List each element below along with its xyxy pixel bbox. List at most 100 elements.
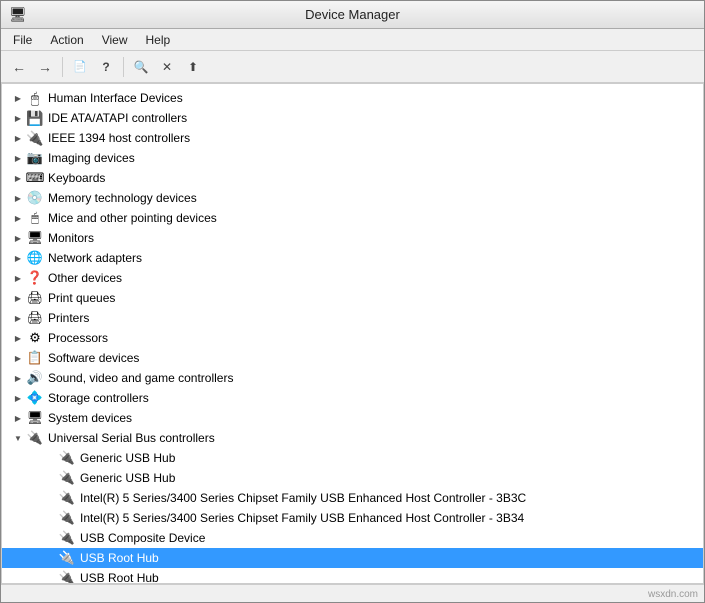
- item-icon: 🖱: [26, 209, 44, 227]
- menu-file[interactable]: File: [5, 31, 40, 49]
- expand-arrow[interactable]: [10, 370, 26, 386]
- expand-arrow[interactable]: [10, 330, 26, 346]
- item-icon: ⌨: [26, 169, 44, 187]
- watermark: wsxdn.com: [648, 589, 698, 600]
- tree-item-usb-root1[interactable]: 🔌 USB Root Hub: [2, 548, 703, 568]
- item-icon: 🔌: [26, 429, 44, 447]
- tree-item-usb-root2[interactable]: 🔌 USB Root Hub: [2, 568, 703, 584]
- expand-arrow: [42, 470, 58, 486]
- expand-arrow[interactable]: [10, 230, 26, 246]
- expand-arrow[interactable]: [10, 250, 26, 266]
- item-label: IEEE 1394 host controllers: [48, 131, 190, 145]
- expand-arrow[interactable]: [10, 110, 26, 126]
- update-button[interactable]: ⬆: [181, 55, 205, 79]
- scan-button[interactable]: 🔍: [129, 55, 153, 79]
- tree-item-ide[interactable]: 💾 IDE ATA/ATAPI controllers: [2, 108, 703, 128]
- tree-item-other[interactable]: ❓ Other devices: [2, 268, 703, 288]
- forward-button[interactable]: →: [33, 55, 57, 79]
- tree-item-imaging[interactable]: 📷 Imaging devices: [2, 148, 703, 168]
- expand-arrow[interactable]: [10, 150, 26, 166]
- item-label: Keyboards: [48, 171, 105, 185]
- item-label: Monitors: [48, 231, 94, 245]
- menu-action[interactable]: Action: [42, 31, 91, 49]
- tree-item-memory[interactable]: 💿 Memory technology devices: [2, 188, 703, 208]
- item-icon: 🔌: [58, 509, 76, 527]
- expand-arrow: [42, 530, 58, 546]
- tree-item-storage[interactable]: 💠 Storage controllers: [2, 388, 703, 408]
- toolbar: ← → 📄 ? 🔍 ✕ ⬆: [1, 51, 704, 83]
- expand-arrow[interactable]: [10, 290, 26, 306]
- status-bar: wsxdn.com: [1, 584, 704, 602]
- tree-item-network[interactable]: 🌐 Network adapters: [2, 248, 703, 268]
- item-label: USB Root Hub: [80, 551, 159, 565]
- properties-button[interactable]: 📄: [68, 55, 92, 79]
- item-label: USB Composite Device: [80, 531, 205, 545]
- expand-arrow[interactable]: [10, 210, 26, 226]
- expand-arrow[interactable]: [10, 310, 26, 326]
- item-icon: 📷: [26, 149, 44, 167]
- tree-item-human-interface[interactable]: 🖱 Human Interface Devices: [2, 88, 703, 108]
- item-label: Software devices: [48, 351, 139, 365]
- title-bar: 🖥 Device Manager: [1, 1, 704, 29]
- menu-bar: File Action View Help: [1, 29, 704, 51]
- menu-help[interactable]: Help: [138, 31, 179, 49]
- item-icon: 💾: [26, 109, 44, 127]
- item-icon: ❓: [26, 269, 44, 287]
- tree-item-system[interactable]: 🖥 System devices: [2, 408, 703, 428]
- expand-arrow: [42, 510, 58, 526]
- item-icon: 🖨: [26, 289, 44, 307]
- expand-arrow[interactable]: [10, 90, 26, 106]
- item-icon: 💿: [26, 189, 44, 207]
- tree-item-usb-intel2[interactable]: 🔌 Intel(R) 5 Series/3400 Series Chipset …: [2, 508, 703, 528]
- tree-item-printers[interactable]: 🖨 Printers: [2, 308, 703, 328]
- expand-arrow[interactable]: [10, 410, 26, 426]
- back-button[interactable]: ←: [7, 55, 31, 79]
- tree-item-usb-composite[interactable]: 🔌 USB Composite Device: [2, 528, 703, 548]
- item-label: Imaging devices: [48, 151, 135, 165]
- tree-item-usb-hub2[interactable]: 🔌 Generic USB Hub: [2, 468, 703, 488]
- item-icon: 🖥: [26, 409, 44, 427]
- uninstall-button[interactable]: ✕: [155, 55, 179, 79]
- expand-arrow[interactable]: [10, 170, 26, 186]
- item-icon: 🌐: [26, 249, 44, 267]
- item-label: Network adapters: [48, 251, 142, 265]
- separator-2: [123, 57, 124, 77]
- tree-item-sound[interactable]: 🔊 Sound, video and game controllers: [2, 368, 703, 388]
- separator-1: [62, 57, 63, 77]
- window-title: Device Manager: [305, 7, 400, 22]
- expand-arrow[interactable]: [10, 130, 26, 146]
- expand-arrow: [42, 570, 58, 584]
- expand-arrow-usb[interactable]: [10, 430, 26, 446]
- item-icon: 🖨: [26, 309, 44, 327]
- item-icon: 🔌: [58, 449, 76, 467]
- tree-item-mice[interactable]: 🖱 Mice and other pointing devices: [2, 208, 703, 228]
- item-label: Intel(R) 5 Series/3400 Series Chipset Fa…: [80, 511, 524, 525]
- help-button[interactable]: ?: [94, 55, 118, 79]
- device-tree-panel[interactable]: 🖱 Human Interface Devices 💾 IDE ATA/ATAP…: [1, 83, 704, 584]
- tree-item-usb-hub1[interactable]: 🔌 Generic USB Hub: [2, 448, 703, 468]
- item-icon: 🔌: [58, 569, 76, 584]
- expand-arrow: [42, 550, 58, 566]
- tree-item-usb-intel1[interactable]: 🔌 Intel(R) 5 Series/3400 Series Chipset …: [2, 488, 703, 508]
- item-label: Mice and other pointing devices: [48, 211, 217, 225]
- item-icon: 🔊: [26, 369, 44, 387]
- item-label: System devices: [48, 411, 132, 425]
- expand-arrow[interactable]: [10, 390, 26, 406]
- tree-item-usb[interactable]: 🔌 Universal Serial Bus controllers: [2, 428, 703, 448]
- tree-item-keyboards[interactable]: ⌨ Keyboards: [2, 168, 703, 188]
- tree-item-software[interactable]: 📋 Software devices: [2, 348, 703, 368]
- expand-arrow[interactable]: [10, 190, 26, 206]
- item-icon: 🔌: [26, 129, 44, 147]
- item-label: Printers: [48, 311, 89, 325]
- tree-item-monitors[interactable]: 🖥 Monitors: [2, 228, 703, 248]
- item-label: Human Interface Devices: [48, 91, 183, 105]
- tree-item-processors[interactable]: ⚙ Processors: [2, 328, 703, 348]
- expand-arrow[interactable]: [10, 270, 26, 286]
- menu-view[interactable]: View: [94, 31, 136, 49]
- item-label: Intel(R) 5 Series/3400 Series Chipset Fa…: [80, 491, 526, 505]
- tree-item-ieee[interactable]: 🔌 IEEE 1394 host controllers: [2, 128, 703, 148]
- item-icon: 🔌: [58, 489, 76, 507]
- item-label: Other devices: [48, 271, 122, 285]
- expand-arrow[interactable]: [10, 350, 26, 366]
- tree-item-print-queues[interactable]: 🖨 Print queues: [2, 288, 703, 308]
